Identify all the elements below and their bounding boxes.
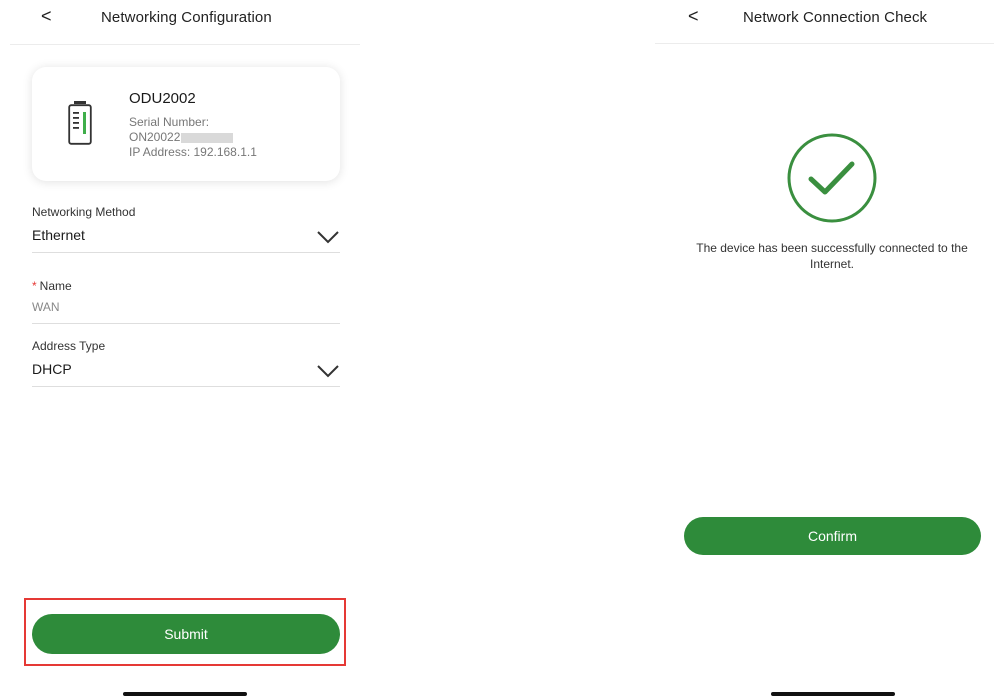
network-connection-check-screen: < Network Connection Check The device ha… [655, 0, 994, 700]
serial-number-text: ON20022 [129, 130, 181, 144]
battery-device-icon [68, 101, 92, 145]
header: < Network Connection Check [655, 0, 994, 44]
field-divider [32, 252, 340, 253]
chevron-down-icon[interactable] [316, 364, 340, 378]
header: < Networking Configuration [0, 0, 370, 44]
success-message: The device has been successfully connect… [696, 241, 968, 271]
submit-button[interactable]: Submit [32, 614, 340, 654]
address-type-select[interactable]: DHCP [32, 361, 72, 377]
back-button[interactable]: < [41, 6, 52, 27]
home-indicator [123, 692, 247, 696]
networking-configuration-screen: < Networking Configuration ODU2002 Seria… [0, 0, 370, 700]
page-title: Networking Configuration [101, 9, 272, 26]
page-title: Network Connection Check [743, 9, 928, 26]
name-label-text: Name [39, 279, 72, 293]
field-divider [32, 386, 340, 387]
ip-address: IP Address: 192.168.1.1 [129, 145, 257, 159]
required-mark: * [32, 279, 37, 293]
name-input[interactable]: WAN [32, 300, 60, 314]
home-indicator [771, 692, 895, 696]
field-divider [32, 323, 340, 324]
name-label: * Name [32, 279, 72, 293]
networking-method-label: Networking Method [32, 205, 136, 219]
address-type-label: Address Type [32, 339, 106, 353]
header-divider [655, 43, 994, 44]
back-button[interactable]: < [688, 6, 699, 27]
serial-number-value: ON20022 [129, 130, 234, 144]
device-card: ODU2002 Serial Number: ON20022 IP Addres… [32, 67, 340, 181]
device-name: ODU2002 [129, 90, 196, 107]
networking-method-select[interactable]: Ethernet [32, 227, 85, 243]
confirm-button[interactable]: Confirm [684, 517, 981, 555]
serial-number-label: Serial Number: [129, 115, 210, 129]
header-divider [10, 44, 360, 45]
redacted-block [181, 132, 234, 143]
chevron-down-icon[interactable] [316, 230, 340, 244]
check-circle-icon [787, 133, 877, 223]
